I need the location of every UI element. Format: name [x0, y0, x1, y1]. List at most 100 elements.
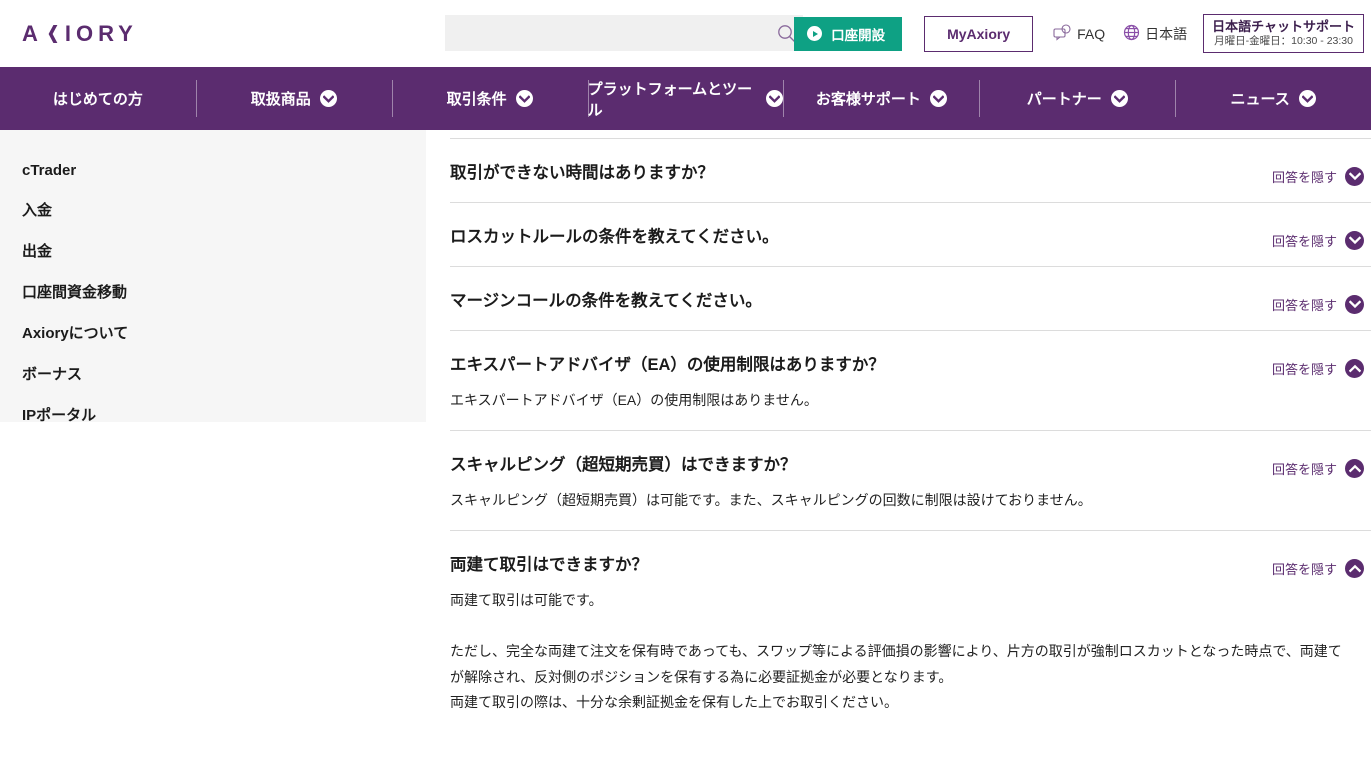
faq-label: FAQ — [1077, 25, 1106, 42]
top-header: A IORY 口座開設 MyAxiory FAQ 日本語 日本語チャットサポート… — [0, 0, 1371, 67]
faq-item: 取引ができない時間はありますか？ 回答を隠す — [450, 139, 1371, 203]
open-account-button[interactable]: 口座開設 — [794, 16, 903, 51]
faq-answer: 両建て取引は可能です。ただし、完全な両建て注文を保有時であっても、スワップ等によ… — [450, 588, 1371, 717]
faq-question[interactable]: ロスカットルールの条件を教えてください。 — [450, 221, 779, 250]
faq-toggle-button[interactable]: 回答を隠す — [1272, 157, 1371, 186]
sidebar-item-label: ボーナス — [22, 366, 83, 383]
nav-item-label: プラットフォームとツール — [587, 80, 753, 119]
faq-answer-paragraph: エキスパートアドバイザ（EA）の使用制限はありません。 — [450, 392, 818, 408]
faq-item: スキャルピング（超短期売買）はできますか？ 回答を隠す スキャルピング（超短期売買）… — [450, 431, 1371, 531]
faq-question[interactable]: エキスパートアドバイザ（EA）の使用制限はありますか？ — [450, 349, 885, 378]
chat-bubble-icon — [1053, 23, 1072, 44]
faq-toggle-button[interactable]: 回答を隠す — [1272, 549, 1371, 578]
chevron-up-icon[interactable] — [1345, 359, 1364, 378]
nav-item-5[interactable]: パートナー — [979, 67, 1175, 130]
faq-answer-paragraph: 両建て取引は可能です。 — [450, 591, 603, 608]
sidebar-item-4[interactable]: Axioryについて — [0, 312, 426, 353]
faq-toggle-label: 回答を隠す — [1271, 362, 1337, 377]
faq-item: エキスパートアドバイザ（EA）の使用制限はありますか？ 回答を隠す エキスパートアド… — [450, 331, 1371, 431]
nav-item-3[interactable]: プラットフォームとツール — [587, 67, 784, 130]
faq-toggle-button[interactable]: 回答を隠す — [1272, 449, 1371, 478]
chevron-up-icon[interactable] — [1345, 558, 1364, 578]
search-box[interactable] — [445, 15, 803, 51]
nav-item-label: 取扱商品 — [250, 91, 311, 108]
sidebar-item-2[interactable]: 出金 — [0, 230, 426, 271]
faq-item: ロスカットルールの条件を教えてください。 回答を隠す — [450, 203, 1371, 267]
faq-question[interactable]: スキャルピング（超短期売買）はできますか？ — [450, 449, 797, 478]
sidebar-item-0[interactable]: cTrader — [0, 152, 426, 189]
faq-item-header[interactable]: スキャルピング（超短期売買）はできますか？ 回答を隠す — [450, 449, 1371, 478]
faq-content: 取引ができない時間はありますか？ 回答を隠す ロスカットルールの条件を教えてください… — [426, 130, 1371, 732]
chevron-down-icon — [1110, 90, 1128, 107]
faq-answer: エキスパートアドバイザ（EA）の使用制限はありません。 — [450, 388, 1371, 414]
sidebar-item-5[interactable]: ボーナス — [0, 353, 426, 394]
chevron-up-icon[interactable] — [1345, 458, 1364, 478]
faq-toggle-label: 回答を隠す — [1271, 461, 1337, 477]
faq-question[interactable]: マージンコールの条件を教えてください。 — [450, 285, 762, 314]
sidebar-item-label: 入金 — [22, 202, 53, 219]
nav-item-1[interactable]: 取扱商品 — [195, 67, 392, 130]
logo-letter-a: A — [22, 20, 43, 46]
chevron-down-icon[interactable] — [1345, 167, 1364, 186]
faq-toggle-button[interactable]: 回答を隠す — [1272, 349, 1371, 378]
faq-list: 取引ができない時間はありますか？ 回答を隠す ロスカットルールの条件を教えてください… — [450, 139, 1371, 732]
faq-item-header[interactable]: マージンコールの条件を教えてください。 回答を隠す — [450, 285, 1371, 314]
myaxiory-button[interactable]: MyAxiory — [924, 15, 1034, 52]
chevron-down-icon[interactable] — [1345, 231, 1364, 250]
nav-item-4[interactable]: お客様サポート — [783, 67, 979, 130]
language-label: 日本語 — [1145, 25, 1188, 42]
faq-answer-paragraph: スキャルピング（超短期売買）は可能です。また、スキャルピングの回数に制限は設けて… — [450, 491, 1092, 508]
faq-answer: スキャルピング（超短期売買）は可能です。また、スキャルピングの回数に制限は設けて… — [450, 488, 1371, 514]
faq-link[interactable]: FAQ — [1053, 23, 1106, 44]
brand-logo[interactable]: A IORY — [22, 21, 138, 47]
faq-item: マージンコールの条件を教えてください。 回答を隠す — [450, 267, 1371, 331]
chevron-down-icon — [1298, 90, 1316, 107]
globe-icon — [1123, 24, 1140, 44]
myaxiory-label: MyAxiory — [947, 25, 1011, 42]
language-selector[interactable]: 日本語 — [1123, 24, 1187, 44]
sidebar-item-label: 口座間資金移動 — [22, 284, 128, 301]
open-account-label: 口座開設 — [831, 27, 886, 43]
faq-question[interactable]: 両建て取引はできますか？ — [450, 549, 648, 578]
faq-answer-paragraph: ただし、完全な両建て注文を保有時であっても、スワップ等による評価損の影響により、… — [450, 642, 1342, 711]
logo-x-glyph — [44, 25, 61, 42]
nav-item-6[interactable]: ニュース — [1175, 67, 1371, 130]
chevron-down-icon[interactable] — [1345, 295, 1364, 314]
faq-toggle-label: 回答を隠す — [1271, 561, 1337, 577]
faq-item-header[interactable]: エキスパートアドバイザ（EA）の使用制限はありますか？ 回答を隠す — [450, 349, 1371, 378]
chat-support-hours: 月曜日-金曜日：10:30 - 23:30 — [1214, 35, 1353, 48]
faq-item-header[interactable]: 取引ができない時間はありますか？ 回答を隠す — [450, 157, 1371, 186]
faq-item-header[interactable]: 両建て取引はできますか？ 回答を隠す — [450, 549, 1371, 578]
nav-item-label: お客様サポート — [815, 91, 921, 108]
header-actions: 口座開設 MyAxiory FAQ 日本語 日本語チャットサポート 月曜日-金曜… — [794, 0, 1364, 67]
chevron-down-icon — [766, 90, 784, 107]
faq-toggle-label: 回答を隠す — [1271, 170, 1337, 185]
sidebar-item-3[interactable]: 口座間資金移動 — [0, 271, 426, 312]
chat-support-box[interactable]: 日本語チャットサポート 月曜日-金曜日：10:30 - 23:30 — [1203, 13, 1364, 54]
sidebar-item-label: 出金 — [22, 243, 53, 260]
chevron-down-icon — [515, 90, 533, 107]
sidebar-item-6[interactable]: IPポータル — [0, 394, 426, 435]
chevron-down-icon — [929, 90, 947, 107]
page-body: cTrader 入金出金口座間資金移動 Axioryについて ボーナス IPポータル 取… — [0, 130, 1371, 758]
sidebar-item-label: IPポータル — [22, 407, 97, 424]
faq-toggle-button[interactable]: 回答を隠す — [1272, 285, 1371, 314]
sidebar-item-label: Axioryについて — [22, 325, 129, 342]
nav-item-label: ニュース — [1230, 91, 1290, 108]
sidebar: cTrader 入金出金口座間資金移動 Axioryについて ボーナス IPポータル — [0, 130, 426, 424]
nav-item-label: 取引条件 — [446, 91, 507, 108]
sidebar-item-label: cTrader — [22, 162, 77, 179]
nav-item-0[interactable]: はじめての方 — [0, 67, 196, 130]
chat-support-title: 日本語チャットサポート — [1212, 18, 1355, 34]
faq-toggle-label: 回答を隠す — [1271, 234, 1337, 249]
sidebar-item-1[interactable]: 入金 — [0, 189, 426, 230]
faq-question[interactable]: 取引ができない時間はありますか？ — [450, 157, 714, 186]
play-icon — [807, 26, 823, 41]
faq-item-header[interactable]: ロスカットルールの条件を教えてください。 回答を隠す — [450, 221, 1371, 250]
nav-item-label: はじめての方 — [52, 91, 143, 108]
search-input[interactable] — [445, 15, 769, 51]
nav-item-2[interactable]: 取引条件 — [391, 67, 588, 130]
main-navigation: はじめての方 取扱商品 取引条件 プラットフォームとツール お客様サポート パートナー ニュ… — [0, 67, 1371, 130]
faq-toggle-button[interactable]: 回答を隠す — [1272, 221, 1371, 250]
faq-item: 両建て取引はできますか？ 回答を隠す両建て取引は可能です。ただし、完全な両建て注文… — [450, 531, 1371, 733]
